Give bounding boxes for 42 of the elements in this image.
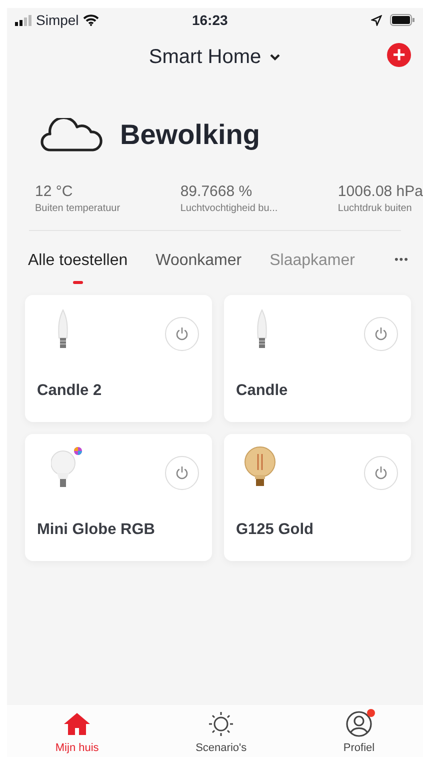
power-icon bbox=[175, 466, 189, 480]
nav-tab[interactable]: Scenario's bbox=[196, 711, 247, 756]
profile-icon bbox=[345, 711, 373, 738]
power-icon bbox=[175, 326, 189, 340]
cloud-icon bbox=[40, 118, 104, 152]
device-name: Candle bbox=[236, 380, 288, 400]
clock-time: 16:23 bbox=[192, 10, 229, 30]
stat-value: 1006.08 hPa bbox=[338, 184, 423, 200]
home-icon bbox=[63, 711, 92, 738]
power-icon bbox=[374, 466, 388, 480]
stat-label: Luchtvochtigheid bu... bbox=[180, 202, 278, 216]
stat-value: 89.7668 % bbox=[180, 184, 254, 200]
wifi-icon bbox=[82, 14, 99, 26]
device-name: Candle 2 bbox=[37, 380, 102, 400]
home-selector[interactable]: Smart Home bbox=[148, 42, 282, 72]
sun-icon bbox=[207, 711, 236, 738]
power-button[interactable] bbox=[364, 316, 398, 350]
stat-value: 12 °C bbox=[35, 184, 74, 200]
room-tab[interactable]: Woonkamer bbox=[156, 248, 242, 272]
signal-icon bbox=[15, 14, 32, 26]
bulb-icon bbox=[244, 446, 278, 488]
weather-condition: Bewolking bbox=[120, 118, 260, 152]
location-icon bbox=[370, 14, 382, 26]
chevron-down-icon bbox=[269, 53, 282, 61]
stat-label: Buiten temperatuur bbox=[35, 202, 120, 216]
bulb-icon bbox=[51, 446, 85, 488]
power-button[interactable] bbox=[165, 456, 199, 490]
room-tab[interactable]: Alle toestellen bbox=[28, 248, 128, 284]
device-name: G125 Gold bbox=[236, 520, 314, 540]
stat-label: Luchtdruk buiten bbox=[338, 202, 413, 216]
battery-icon bbox=[390, 14, 415, 26]
nav-tab[interactable]: Profiel bbox=[343, 711, 375, 756]
bulb-icon bbox=[257, 308, 267, 348]
carrier-name: Simpel bbox=[36, 10, 79, 30]
add-button[interactable]: + bbox=[387, 43, 411, 67]
power-icon bbox=[374, 326, 388, 340]
bulb-icon bbox=[58, 308, 68, 348]
power-button[interactable] bbox=[165, 316, 199, 350]
more-button[interactable]: ••• bbox=[394, 248, 409, 268]
nav-tab[interactable]: Mijn huis bbox=[55, 711, 99, 756]
power-button[interactable] bbox=[364, 456, 398, 490]
device-name: Mini Globe RGB bbox=[37, 520, 155, 540]
